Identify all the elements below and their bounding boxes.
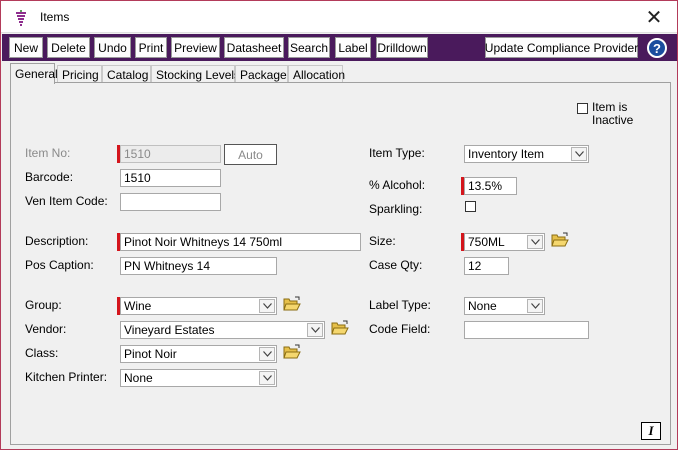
- preview-button[interactable]: Preview: [171, 37, 220, 58]
- datasheet-button[interactable]: Datasheet: [224, 37, 284, 58]
- open-folder-icon[interactable]: [551, 232, 569, 248]
- size-combo[interactable]: 750ML: [464, 233, 545, 251]
- chevron-down-icon[interactable]: [259, 371, 275, 385]
- item-no-field: 1510: [120, 145, 221, 163]
- italic-button[interactable]: I: [641, 422, 661, 440]
- close-icon: ✕: [645, 5, 663, 29]
- vendor-combo[interactable]: Vineyard Estates: [120, 321, 325, 339]
- description-label: Description:: [25, 234, 89, 248]
- chevron-down-icon[interactable]: [527, 235, 543, 249]
- alcohol-field[interactable]: 13.5%: [464, 177, 517, 195]
- label-button[interactable]: Label: [335, 37, 371, 58]
- vendor-value: Vineyard Estates: [124, 323, 215, 337]
- close-button[interactable]: ✕: [631, 1, 677, 33]
- group-combo[interactable]: Wine: [120, 297, 277, 315]
- italic-icon: I: [648, 423, 654, 438]
- barcode-label: Barcode:: [25, 170, 74, 184]
- label-type-value: None: [468, 299, 497, 313]
- ven-item-code-label: Ven Item Code:: [25, 194, 108, 208]
- tab-stocking-levels[interactable]: Stocking Levels: [151, 65, 240, 83]
- barcode-field[interactable]: 1510: [120, 169, 221, 187]
- delete-button[interactable]: Delete: [47, 37, 90, 58]
- ven-item-code-field[interactable]: [120, 193, 221, 211]
- item-inactive-checkbox[interactable]: [577, 103, 588, 114]
- class-value: Pinot Noir: [124, 347, 177, 361]
- sparkling-checkbox[interactable]: [465, 201, 476, 212]
- tab-catalog[interactable]: Catalog: [102, 65, 151, 83]
- group-label: Group:: [25, 298, 62, 312]
- pos-caption-label: Pos Caption:: [25, 258, 94, 272]
- code-field-input[interactable]: [464, 321, 589, 339]
- kitchen-printer-value: None: [124, 371, 153, 385]
- help-icon: ?: [653, 40, 661, 56]
- items-window: Items ✕ New Delete Undo Print Preview Da…: [0, 0, 678, 450]
- grape-app-icon: [16, 10, 26, 26]
- case-qty-label: Case Qty:: [369, 258, 423, 272]
- class-combo[interactable]: Pinot Noir: [120, 345, 277, 363]
- open-folder-icon[interactable]: [283, 344, 301, 360]
- chevron-down-icon[interactable]: [307, 323, 323, 337]
- chevron-down-icon[interactable]: [259, 299, 275, 313]
- tab-general[interactable]: General: [10, 63, 58, 84]
- chevron-down-icon[interactable]: [259, 347, 275, 361]
- tab-package[interactable]: Package: [235, 65, 288, 83]
- chevron-down-icon[interactable]: [527, 299, 543, 313]
- kitchen-printer-combo[interactable]: None: [120, 369, 277, 387]
- general-tab-panel: Item is Inactive Item No: 1510 Auto Barc…: [10, 82, 671, 445]
- size-value: 750ML: [468, 235, 505, 249]
- title-bar: Items ✕: [1, 1, 677, 33]
- item-type-label: Item Type:: [369, 146, 425, 160]
- kitchen-printer-label: Kitchen Printer:: [25, 370, 108, 384]
- case-qty-field[interactable]: 12: [464, 257, 509, 275]
- vendor-label: Vendor:: [25, 322, 67, 336]
- search-button[interactable]: Search: [288, 37, 330, 58]
- item-no-label: Item No:: [25, 146, 71, 160]
- item-type-combo[interactable]: Inventory Item: [464, 145, 589, 163]
- help-button[interactable]: ?: [647, 38, 667, 58]
- group-value: Wine: [124, 299, 152, 313]
- chevron-down-icon[interactable]: [571, 147, 587, 161]
- label-type-label: Label Type:: [369, 298, 431, 312]
- item-inactive-label: Item is Inactive: [592, 100, 634, 127]
- label-type-combo[interactable]: None: [464, 297, 545, 315]
- tab-allocation[interactable]: Allocation: [288, 65, 345, 83]
- undo-button[interactable]: Undo: [94, 37, 131, 58]
- item-type-value: Inventory Item: [468, 147, 545, 161]
- description-field[interactable]: Pinot Noir Whitneys 14 750ml: [120, 233, 361, 251]
- window-title: Items: [40, 10, 70, 24]
- print-button[interactable]: Print: [135, 37, 167, 58]
- drilldown-button[interactable]: Drilldown: [376, 37, 428, 58]
- update-compliance-provider-button[interactable]: Update Compliance Provider: [485, 37, 638, 58]
- size-label: Size:: [369, 234, 396, 248]
- pos-caption-field[interactable]: PN Whitneys 14: [120, 257, 277, 275]
- sparkling-label: Sparkling:: [369, 202, 423, 216]
- open-folder-icon[interactable]: [331, 320, 349, 336]
- class-label: Class:: [25, 346, 59, 360]
- alcohol-label: % Alcohol:: [369, 178, 426, 192]
- toolbar: New Delete Undo Print Preview Datasheet …: [2, 34, 677, 61]
- open-folder-icon[interactable]: [283, 296, 301, 312]
- code-field-label: Code Field:: [369, 322, 431, 336]
- tab-pricing[interactable]: Pricing: [57, 65, 102, 83]
- new-button[interactable]: New: [9, 37, 43, 58]
- auto-button[interactable]: Auto: [224, 144, 277, 165]
